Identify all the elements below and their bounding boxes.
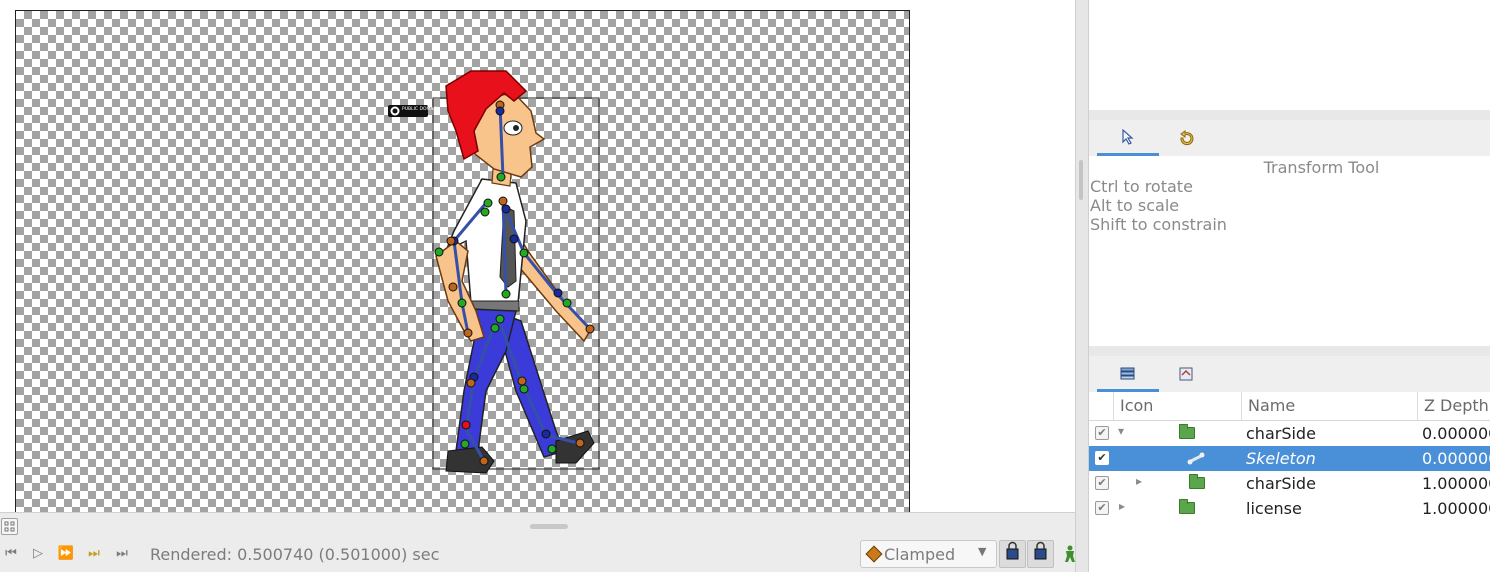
layers-icon	[1120, 367, 1135, 379]
params-panel	[1089, 0, 1490, 111]
layer-row[interactable]: ✔ ▸ charSide 1.000000	[1089, 471, 1490, 496]
folder-icon	[1179, 424, 1195, 439]
character-drawing[interactable]: PUBLIC DOMAIN	[16, 11, 910, 512]
column-zdepth[interactable]: Z Depth	[1417, 392, 1490, 420]
tab-layers[interactable]	[1097, 356, 1159, 392]
render-time-status: Rendered: 0.500740 (0.501000) sec	[150, 545, 440, 564]
layer-zdepth: 0.000000	[1422, 449, 1490, 468]
panel-divider[interactable]	[1089, 110, 1490, 120]
layer-visibility-checkbox[interactable]: ✔	[1095, 476, 1109, 490]
keyframe-lock-past-button[interactable]	[999, 540, 1026, 568]
transform-arrow-icon	[1122, 128, 1134, 145]
layer-zdepth: 0.000000	[1422, 424, 1490, 443]
skeleton-bone-icon	[1187, 452, 1205, 465]
column-name[interactable]: Name	[1241, 392, 1417, 420]
play-icon[interactable]: ▷	[27, 545, 49, 563]
back-shoe	[555, 430, 595, 464]
seek-end-icon[interactable]: ⏭	[111, 545, 133, 563]
layer-row[interactable]: ✔ Skeleton 0.000000	[1089, 446, 1490, 471]
layer-row[interactable]: ✔ ▸ license 1.000000	[1089, 496, 1490, 521]
layer-row[interactable]: ✔ ▾ charSide 0.000000	[1089, 421, 1490, 446]
animation-mode-icon[interactable]	[1062, 545, 1078, 567]
folder-icon	[1189, 474, 1205, 489]
layer-visibility-checkbox[interactable]: ✔	[1095, 426, 1109, 440]
panel-divider[interactable]	[1089, 346, 1490, 356]
tab-library[interactable]	[1155, 356, 1217, 392]
tab-history[interactable]	[1155, 120, 1217, 156]
lock-future-keyframe-icon	[1034, 541, 1047, 560]
panel-separator[interactable]	[1075, 0, 1089, 572]
timetrack-grip[interactable]	[530, 524, 568, 529]
expander-icon[interactable]: ▸	[1119, 499, 1125, 513]
svg-text:PUBLIC DOMAIN: PUBLIC DOMAIN	[402, 106, 438, 112]
layer-zdepth: 1.000000	[1422, 499, 1490, 518]
interpolation-value: Clamped	[884, 545, 956, 564]
layer-visibility-checkbox[interactable]: ✔	[1095, 501, 1109, 515]
keyframe-lock-future-button[interactable]	[1027, 540, 1054, 568]
layers-header: Icon Name Z Depth	[1089, 392, 1490, 421]
expander-icon[interactable]: ▾	[1118, 424, 1124, 438]
tool-options-panel: Transform Tool Ctrl to rotate Alt to sca…	[1089, 156, 1490, 346]
layer-name: charSide	[1246, 424, 1316, 443]
layer-name: license	[1246, 499, 1302, 518]
library-icon	[1179, 367, 1193, 381]
folder-icon	[1179, 499, 1195, 514]
layers-panel-tabs	[1089, 356, 1490, 393]
separator-grip[interactable]	[1079, 160, 1083, 200]
seek-next-frame-icon[interactable]: ⏩	[55, 545, 77, 563]
seek-begin-icon[interactable]: ⏮	[0, 545, 22, 563]
history-icon	[1180, 130, 1194, 146]
toggle-panel-button[interactable]	[1, 518, 18, 535]
hint-scale: Alt to scale	[1090, 196, 1180, 215]
layer-visibility-checkbox[interactable]: ✔	[1095, 451, 1109, 465]
tab-tool-options[interactable]	[1097, 120, 1159, 156]
layer-zdepth: 1.000000	[1422, 474, 1490, 493]
license-badge: PUBLIC DOMAIN	[388, 105, 438, 117]
layer-name: charSide	[1246, 474, 1316, 493]
animation-mode-figure	[1065, 545, 1075, 562]
column-icon[interactable]: Icon	[1113, 392, 1241, 420]
layers-panel: Icon Name Z Depth ✔ ▾ charSide 0.000000 …	[1089, 392, 1490, 572]
hint-rotate: Ctrl to rotate	[1090, 177, 1193, 196]
tool-title: Transform Tool	[1263, 158, 1380, 177]
seek-next-keyframe-icon[interactable]: ⏭	[83, 545, 105, 563]
tool-panel-tabs	[1089, 120, 1490, 157]
hint-constrain: Shift to constrain	[1090, 215, 1227, 234]
layer-name: Skeleton	[1246, 449, 1316, 468]
expander-icon[interactable]: ▸	[1136, 474, 1142, 488]
canvas[interactable]: PUBLIC DOMAIN	[15, 10, 910, 512]
dropdown-arrow-icon: ▼	[978, 545, 987, 558]
lock-past-keyframe-icon	[1006, 541, 1019, 560]
grid-icon	[4, 521, 15, 532]
